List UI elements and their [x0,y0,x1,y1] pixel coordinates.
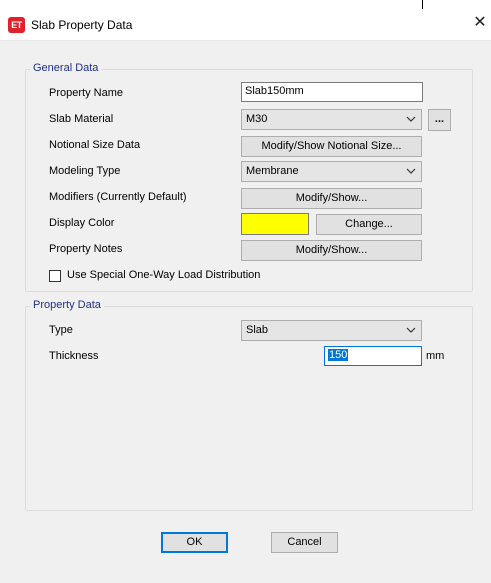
modifiers-label: Modifiers (Currently Default) [49,191,187,203]
notional-size-button[interactable]: Modify/Show Notional Size... [241,136,422,157]
one-way-load-checkbox[interactable] [49,270,61,282]
type-label: Type [49,324,73,336]
modifiers-button[interactable]: Modify/Show... [241,188,422,209]
notional-size-label: Notional Size Data [49,139,141,151]
cancel-button[interactable]: Cancel [271,532,338,553]
ok-button[interactable]: OK [161,532,228,553]
thickness-value: 150 [328,349,349,361]
window-edge-divider [422,0,423,9]
one-way-load-label: Use Special One-Way Load Distribution [67,269,261,281]
display-color-label: Display Color [49,217,115,229]
slab-material-browse-button[interactable]: ... [428,109,451,131]
type-select[interactable]: Slab [241,320,422,341]
close-icon[interactable]: ✕ [470,13,490,33]
chevron-down-icon [406,327,416,333]
modeling-type-label: Modeling Type [49,165,121,177]
property-notes-button[interactable]: Modify/Show... [241,240,422,261]
property-name-input[interactable]: Slab150mm [241,82,423,102]
chevron-down-icon [406,116,416,122]
app-icon: ET [8,17,25,33]
property-data-legend: Property Data [30,299,104,311]
title-bar: ET Slab Property Data ✕ [0,0,491,41]
thickness-unit: mm [426,350,445,362]
modeling-type-value: Membrane [246,165,299,177]
property-notes-label: Property Notes [49,243,123,255]
property-name-label: Property Name [49,87,123,99]
change-color-button[interactable]: Change... [316,214,422,235]
window-title: Slab Property Data [31,18,133,32]
thickness-label: Thickness [49,350,99,362]
slab-material-value: M30 [246,113,268,125]
chevron-down-icon [406,168,416,174]
thickness-input[interactable]: 150 [324,346,422,366]
slab-material-select[interactable]: M30 [241,109,422,130]
slab-material-label: Slab Material [49,113,114,125]
display-color-swatch[interactable] [241,213,309,235]
general-data-legend: General Data [30,62,102,74]
type-value: Slab [246,324,269,336]
modeling-type-select[interactable]: Membrane [241,161,422,182]
